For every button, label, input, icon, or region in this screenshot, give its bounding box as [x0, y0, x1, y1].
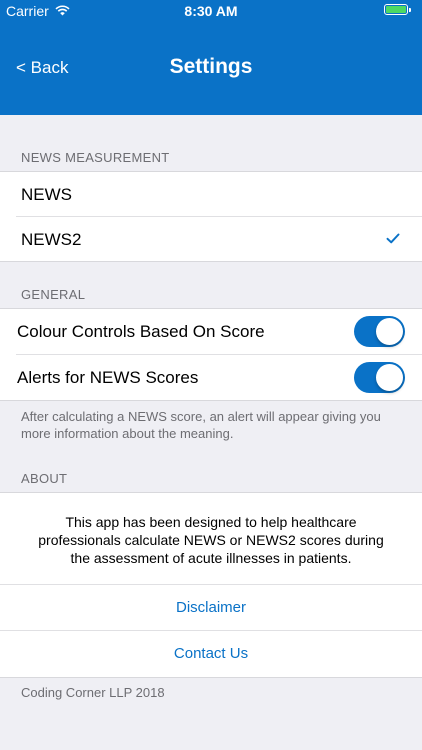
option-news2[interactable]: NEWS2 — [0, 217, 422, 262]
navigation-bar: Carrier 8:30 AM < Back Settings — [0, 0, 422, 115]
page-title: Settings — [169, 55, 253, 78]
disclaimer-link[interactable]: Disclaimer — [0, 585, 422, 630]
about-description: This app has been designed to help healt… — [38, 514, 384, 566]
option-label: NEWS2 — [21, 229, 82, 249]
setting-label: Alerts for NEWS Scores — [17, 367, 199, 387]
setting-alerts: Alerts for NEWS Scores — [0, 355, 422, 400]
news-measurement-group: NEWS NEWS2 — [0, 171, 422, 262]
section-header-general: GENERAL — [21, 287, 86, 302]
contact-us-link[interactable]: Contact Us — [0, 631, 422, 676]
general-group: Colour Controls Based On Score Alerts fo… — [0, 308, 422, 401]
option-label: NEWS — [21, 184, 72, 204]
about-group: This app has been designed to help healt… — [0, 492, 422, 678]
checkmark-icon — [386, 229, 400, 249]
setting-colour-controls: Colour Controls Based On Score — [0, 309, 422, 354]
general-footer-note: After calculating a NEWS score, an alert… — [21, 409, 381, 441]
status-bar: Carrier 8:30 AM — [0, 0, 422, 22]
section-header-about: ABOUT — [21, 471, 68, 486]
setting-label: Colour Controls Based On Score — [17, 321, 265, 341]
alerts-toggle[interactable] — [354, 362, 405, 393]
colour-controls-toggle[interactable] — [354, 316, 405, 347]
option-news[interactable]: NEWS — [0, 172, 422, 217]
copyright-footer: Coding Corner LLP 2018 — [21, 685, 165, 700]
battery-icon — [384, 4, 411, 15]
status-time: 8:30 AM — [184, 3, 238, 19]
section-header-news-measurement: NEWS MEASUREMENT — [21, 150, 170, 165]
